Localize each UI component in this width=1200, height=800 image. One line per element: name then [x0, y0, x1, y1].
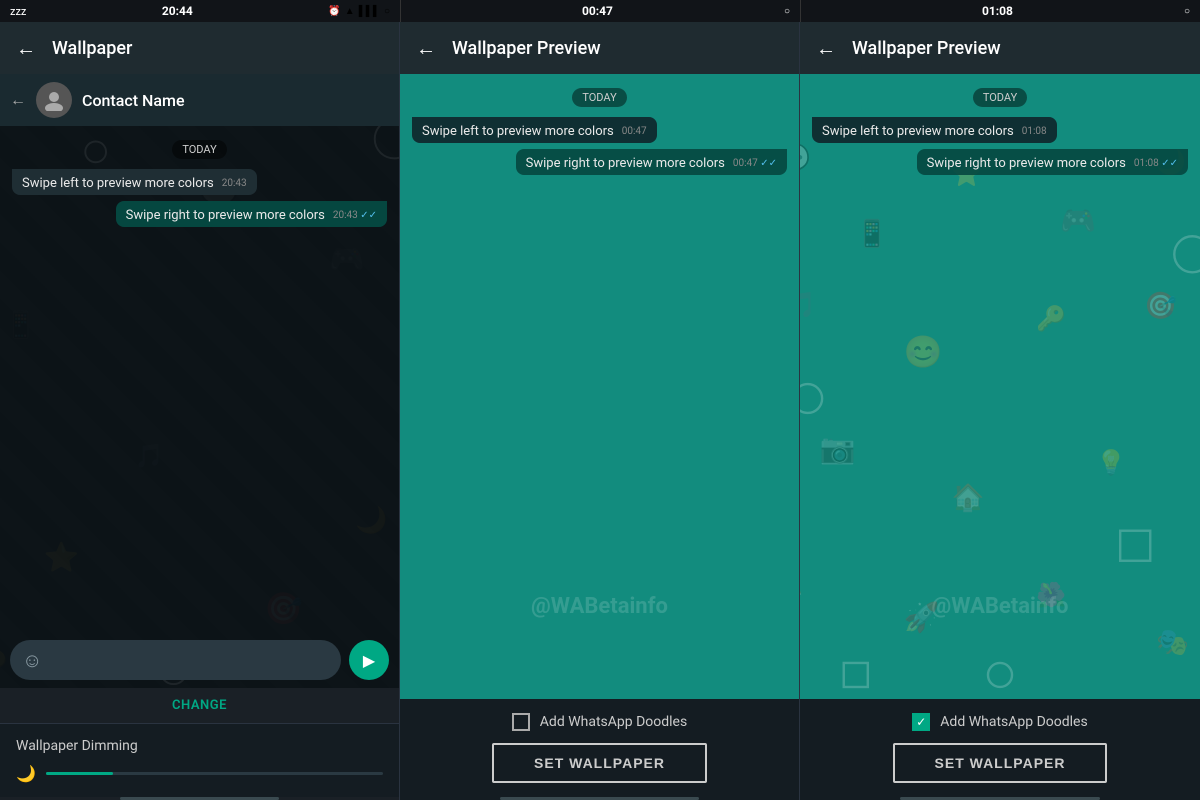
message-time-1: 20:43: [222, 178, 247, 189]
date-badge-2: TODAY: [572, 88, 626, 107]
panel3-title: Wallpaper Preview: [852, 38, 1001, 59]
ticks-1: ✓✓: [360, 210, 377, 221]
ticks-3: ✓✓: [1161, 158, 1178, 169]
doodles-label-3: Add WhatsApp Doodles: [940, 714, 1087, 730]
status-circle-3: ○: [1184, 6, 1190, 17]
moon-icon: 🌙: [16, 764, 36, 783]
date-badge-1: TODAY: [172, 140, 226, 159]
contact-avatar: [36, 82, 72, 118]
back-arrow-icon[interactable]: ←: [16, 36, 36, 61]
status-time-3: 01:08: [982, 4, 1013, 18]
panel2-title: Wallpaper Preview: [452, 38, 601, 59]
signal-icon: ▌▌▌: [359, 6, 380, 17]
msg-time-p2-1: 00:47: [622, 126, 647, 137]
alarm-icon: ⏰: [328, 6, 340, 17]
back-arrow-icon-3[interactable]: ←: [816, 36, 836, 61]
message-received-2: Swipe left to preview more colors 00:47: [412, 117, 657, 143]
message-received-1: Swipe left to preview more colors 20:43: [12, 169, 257, 195]
message-sent-2: Swipe right to preview more colors 00:47…: [516, 149, 787, 175]
status-time-1: 20:44: [162, 4, 193, 18]
message-received-3: Swipe left to preview more colors 01:08: [812, 117, 1057, 143]
msg-time-p3-1: 01:08: [1022, 126, 1047, 137]
message-sent-3: Swipe right to preview more colors 01:08…: [917, 149, 1188, 175]
back-arrow-icon-2[interactable]: ←: [416, 36, 436, 61]
status-time-2: 00:47: [582, 4, 613, 18]
doodles-label-2: Add WhatsApp Doodles: [540, 714, 687, 730]
ticks-2: ✓✓: [760, 158, 777, 169]
doodles-checkbox-3[interactable]: ✓: [912, 713, 930, 731]
set-wallpaper-btn-2[interactable]: SET WALLPAPER: [492, 743, 707, 783]
dimming-slider[interactable]: [46, 772, 383, 775]
date-badge-3: TODAY: [973, 88, 1027, 107]
message-time-2: 20:43 ✓✓: [333, 210, 377, 221]
battery-icon: ○: [384, 6, 390, 17]
send-button[interactable]: ▶: [349, 640, 389, 680]
checkmark-icon: ✓: [916, 715, 926, 729]
wifi-icon: ▲: [345, 6, 355, 17]
contact-name: Contact Name: [82, 91, 185, 110]
status-circle-2: ○: [784, 6, 790, 17]
emoji-icon[interactable]: ☺: [22, 648, 42, 673]
chat-back-icon[interactable]: ←: [10, 90, 26, 110]
status-notifications: zzz: [10, 5, 26, 18]
dimming-label: Wallpaper Dimming: [16, 738, 383, 754]
doodles-checkbox-2[interactable]: [512, 713, 530, 731]
change-button[interactable]: CHANGE: [0, 688, 399, 723]
msg-time-p2-2: 00:47 ✓✓: [733, 158, 777, 169]
message-input-box[interactable]: ☺: [10, 640, 341, 680]
message-sent-1: Swipe right to preview more colors 20:43…: [116, 201, 387, 227]
set-wallpaper-btn-3[interactable]: SET WALLPAPER: [893, 743, 1108, 783]
msg-time-p3-2: 01:08 ✓✓: [1134, 158, 1178, 169]
panel1-title: Wallpaper: [52, 38, 132, 59]
